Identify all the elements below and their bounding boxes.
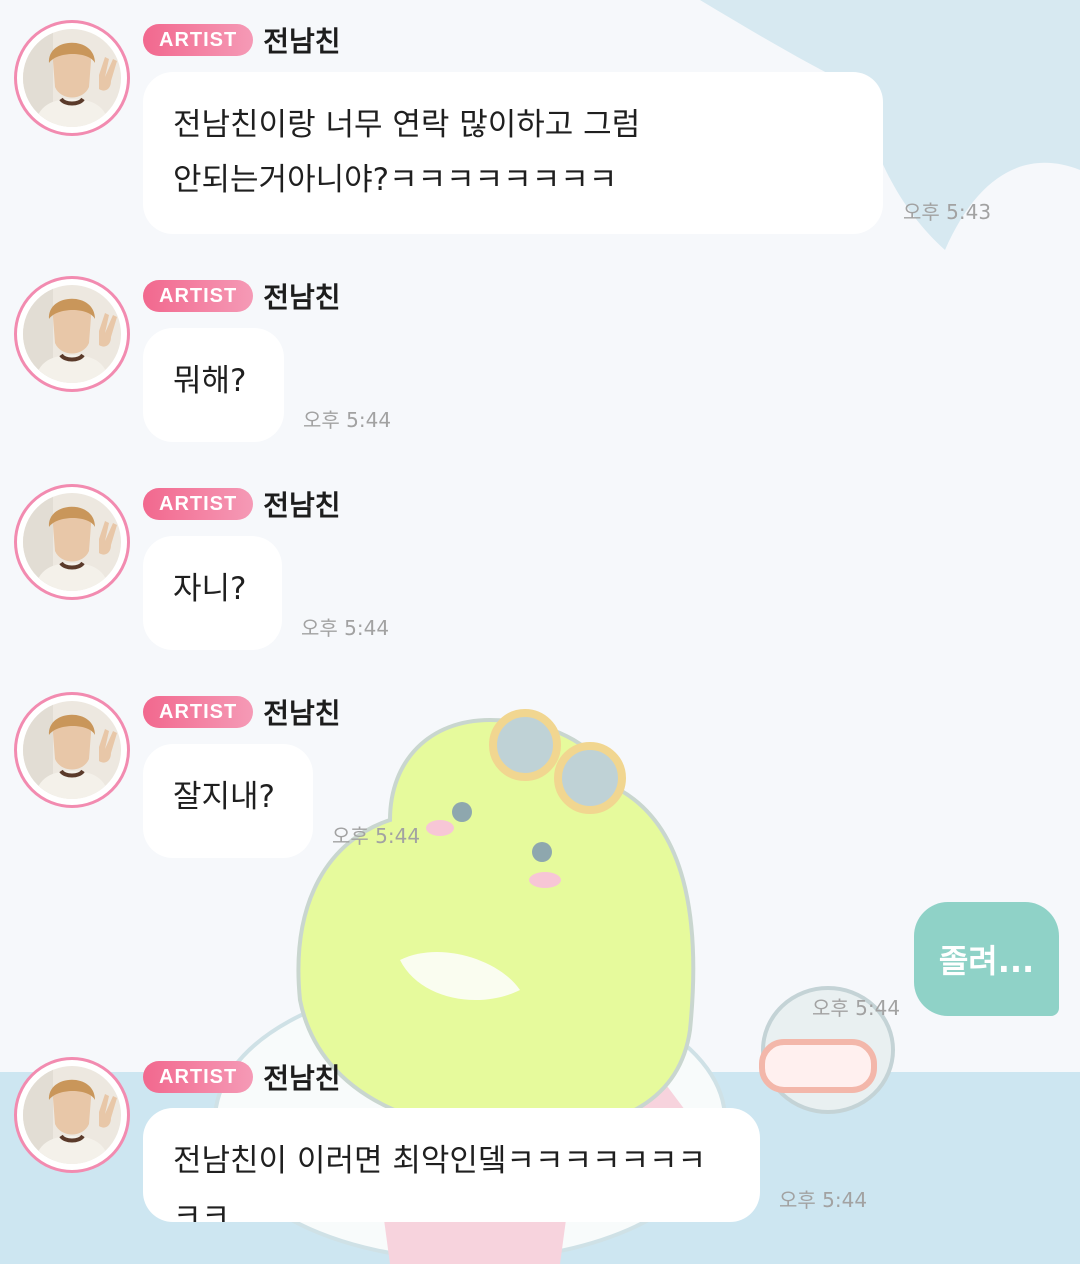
sender-header: ARTIST 전남친 (143, 22, 341, 58)
avatar-photo (23, 29, 121, 127)
artist-avatar[interactable] (14, 20, 130, 136)
message-time: 오후 5:44 (303, 408, 392, 432)
artist-badge: ARTIST (143, 280, 254, 312)
artist-avatar[interactable] (14, 484, 130, 600)
sender-name: 전남친 (263, 25, 341, 58)
artist-badge: ARTIST (143, 1061, 254, 1093)
message-bubble[interactable]: 전남친이 이러면 최악인뎈ㅋㅋㅋㅋㅋㅋㅋㅋㅋ (143, 1108, 760, 1234)
artist-avatar[interactable] (14, 692, 130, 808)
artist-avatar[interactable] (14, 276, 130, 392)
sender-header: ARTIST 전남친 (143, 486, 341, 522)
artist-badge: ARTIST (143, 696, 254, 728)
message-bubble[interactable]: 잘지내? (143, 744, 313, 858)
message-bubble[interactable]: 전남친이랑 너무 연락 많이하고 그럼 안되는거아니야?ㅋㅋㅋㅋㅋㅋㅋㅋ (143, 72, 883, 234)
message-time: 오후 5:44 (301, 616, 390, 640)
message-bubble[interactable]: 뭐해? (143, 328, 284, 442)
sender-name: 전남친 (263, 281, 341, 314)
sender-name: 전남친 (263, 489, 341, 522)
avatar-photo (23, 493, 121, 591)
my-message-time: 오후 5:44 (812, 996, 901, 1020)
sender-name: 전남친 (263, 697, 341, 730)
message-bubble[interactable]: 자니? (143, 536, 282, 650)
sender-name: 전남친 (263, 1062, 341, 1095)
my-message-bubble[interactable]: 졸려... (914, 902, 1059, 1016)
message-time: 오후 5:44 (332, 824, 421, 848)
message-time: 오후 5:44 (779, 1188, 868, 1212)
sender-header: ARTIST 전남친 (143, 694, 341, 730)
artist-avatar[interactable] (14, 1057, 130, 1173)
artist-badge: ARTIST (143, 488, 254, 520)
message-time: 오후 5:43 (903, 200, 992, 224)
sender-header: ARTIST 전남친 (143, 278, 341, 314)
sender-header: ARTIST 전남친 (143, 1059, 341, 1095)
avatar-photo (23, 701, 121, 799)
avatar-photo (23, 285, 121, 383)
artist-badge: ARTIST (143, 24, 254, 56)
avatar-photo (23, 1066, 121, 1164)
